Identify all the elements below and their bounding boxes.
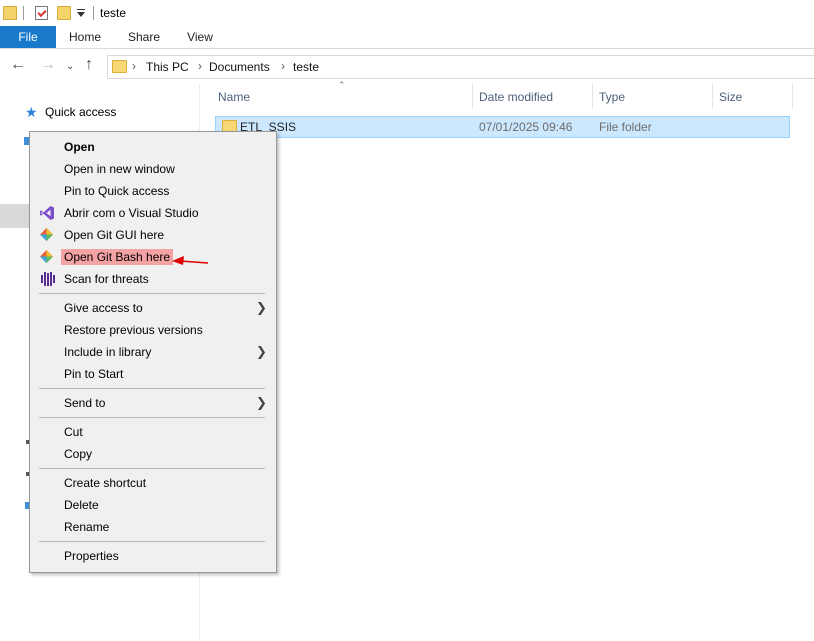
menu-item-label: Delete [64, 498, 99, 512]
customize-toolbar-icon[interactable] [77, 12, 85, 17]
toolbar-divider [93, 6, 94, 20]
context-menu: Open Open in new window Pin to Quick acc… [29, 131, 277, 573]
menu-item-pin-start[interactable]: Pin to Start [30, 363, 276, 385]
folder-icon [112, 60, 127, 73]
forward-arrow-icon[interactable]: → [40, 56, 56, 74]
tab-view[interactable]: View [182, 26, 218, 48]
chevron-right-icon: ❯ [256, 395, 267, 410]
menu-item-label: Scan for threats [64, 272, 149, 286]
column-header-name[interactable]: Name [218, 90, 250, 104]
navigation-bar: ← → ⌄ ↑ › This PC › Documents › teste [0, 52, 814, 80]
nav-selected-item[interactable] [0, 204, 29, 228]
tab-home[interactable]: Home [64, 26, 106, 48]
column-header-type[interactable]: Type [599, 90, 625, 104]
menu-item-label: Include in library [64, 345, 152, 359]
menu-item-delete[interactable]: Delete [30, 494, 276, 516]
menu-item-label: Pin to Quick access [64, 184, 170, 198]
chevron-right-icon[interactable]: › [198, 59, 202, 73]
column-divider[interactable] [592, 84, 593, 108]
nav-item-quick-access[interactable]: Quick access [45, 105, 116, 119]
menu-item-rename[interactable]: Rename [30, 516, 276, 538]
git-gui-icon [40, 228, 53, 241]
menu-separator [39, 541, 265, 542]
menu-item-copy[interactable]: Copy [30, 443, 276, 465]
up-arrow-icon[interactable]: ↑ [85, 56, 93, 74]
menu-item-pin-quick-access[interactable]: Pin to Quick access [30, 180, 276, 202]
chevron-right-icon: ❯ [256, 300, 267, 315]
menu-item-restore-versions[interactable]: Restore previous versions [30, 319, 276, 341]
customize-toolbar-line [77, 9, 85, 10]
menu-item-open-git-gui[interactable]: Open Git GUI here [30, 224, 276, 246]
menu-separator [39, 468, 265, 469]
menu-item-label: Open in new window [64, 162, 175, 176]
sort-ascending-icon: ⌃ [338, 80, 346, 90]
chevron-right-icon[interactable]: › [281, 59, 285, 73]
chevron-right-icon[interactable]: › [132, 59, 136, 73]
defender-scan-icon [41, 272, 55, 286]
back-arrow-icon[interactable]: ← [10, 56, 26, 74]
column-divider[interactable] [712, 84, 713, 108]
title-bar: teste [0, 0, 814, 26]
menu-item-open-visual-studio[interactable]: Abrir com o Visual Studio [30, 202, 276, 224]
tab-share[interactable]: Share [124, 26, 164, 48]
menu-item-label: Open [64, 140, 95, 154]
tab-file[interactable]: File [0, 26, 56, 48]
new-folder-icon[interactable] [57, 6, 71, 20]
menu-separator [39, 388, 265, 389]
menu-item-label: Restore previous versions [64, 323, 203, 337]
menu-item-label: Open Git GUI here [64, 228, 165, 242]
menu-item-label: Properties [64, 549, 119, 563]
menu-item-cut[interactable]: Cut [30, 421, 276, 443]
menu-item-scan-threats[interactable]: Scan for threats [30, 268, 276, 290]
ribbon-tabs: File Home Share View [0, 26, 814, 49]
menu-item-label: Give access to [64, 301, 143, 315]
properties-icon[interactable] [35, 6, 48, 20]
menu-item-open[interactable]: Open [30, 136, 276, 158]
menu-item-properties[interactable]: Properties [30, 545, 276, 567]
menu-item-label: Cut [64, 425, 83, 439]
git-bash-icon [40, 250, 53, 263]
breadcrumb-documents[interactable]: Documents [209, 60, 270, 74]
toolbar-divider [23, 6, 24, 20]
annotation-arrow-icon [172, 256, 209, 265]
column-divider[interactable] [792, 84, 793, 108]
menu-item-create-shortcut[interactable]: Create shortcut [30, 472, 276, 494]
column-header-date-modified[interactable]: Date modified [479, 90, 553, 104]
menu-item-give-access[interactable]: Give access to ❯ [30, 297, 276, 319]
recent-locations-icon[interactable]: ⌄ [66, 58, 74, 76]
file-row[interactable]: ETL_SSIS 07/01/2025 09:46 File folder [215, 116, 790, 138]
breadcrumb-this-pc[interactable]: This PC [146, 60, 189, 74]
menu-item-label: Pin to Start [64, 367, 124, 381]
menu-item-label: Abrir com o Visual Studio [64, 206, 199, 220]
visual-studio-icon [40, 206, 54, 220]
star-icon: ★ [25, 104, 38, 120]
file-type: File folder [599, 120, 652, 134]
window-title: teste [100, 6, 127, 20]
menu-item-label: Copy [64, 447, 93, 461]
menu-item-label: Send to [64, 396, 106, 410]
chevron-right-icon: ❯ [256, 344, 267, 359]
folder-icon [3, 6, 17, 20]
menu-item-label: Create shortcut [64, 476, 147, 490]
file-date-modified: 07/01/2025 09:46 [479, 120, 573, 134]
menu-item-label: Open Git Bash here [61, 249, 174, 265]
menu-separator [39, 417, 265, 418]
menu-item-open-new-window[interactable]: Open in new window [30, 158, 276, 180]
menu-separator [39, 293, 265, 294]
menu-item-include-library[interactable]: Include in library ❯ [30, 341, 276, 363]
menu-item-send-to[interactable]: Send to ❯ [30, 392, 276, 414]
column-divider[interactable] [472, 84, 473, 108]
menu-item-open-git-bash[interactable]: Open Git Bash here [30, 246, 276, 268]
address-bar[interactable]: › This PC › Documents › teste [107, 55, 814, 79]
menu-item-label: Rename [64, 520, 110, 534]
breadcrumb-teste[interactable]: teste [293, 60, 319, 74]
column-header-size[interactable]: Size [719, 90, 742, 104]
